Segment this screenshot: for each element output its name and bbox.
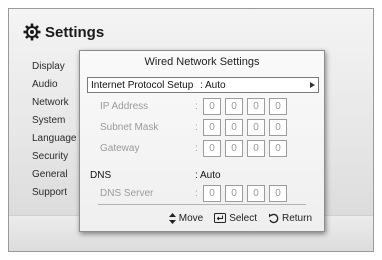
gateway-field: 0 0 0 0 — [203, 140, 287, 157]
gateway-label: Gateway — [100, 143, 140, 154]
octet-field: 0 — [203, 140, 221, 157]
octet-field: 0 — [269, 119, 287, 136]
ip-address-colon: : — [195, 101, 198, 112]
dns-server-colon: : — [195, 188, 198, 199]
wired-network-dialog: Wired Network Settings Internet Protocol… — [79, 50, 325, 232]
subnet-mask-field: 0 0 0 0 — [203, 119, 287, 136]
arrow-right-icon — [310, 82, 315, 88]
subnet-mask-label: Subnet Mask — [100, 122, 159, 133]
octet-field: 0 — [269, 185, 287, 202]
gear-icon — [23, 23, 41, 41]
octet-field: 0 — [247, 185, 265, 202]
octet-field: 0 — [225, 119, 243, 136]
octet-field: 0 — [203, 98, 221, 115]
ip-setup-value: : Auto — [200, 80, 226, 91]
dns-value: : Auto — [195, 170, 221, 181]
gateway-row: Gateway : 0 0 0 0 — [87, 140, 319, 157]
dns-label: DNS — [90, 170, 112, 181]
octet-field: 0 — [203, 185, 221, 202]
return-hint: Return — [268, 213, 312, 224]
settings-screen: Settings Display Audio Network System La… — [8, 8, 374, 252]
dns-server-label: DNS Server — [100, 188, 154, 199]
octet-field: 0 — [247, 119, 265, 136]
dialog-divider — [98, 204, 306, 205]
subnet-mask-row: Subnet Mask : 0 0 0 0 — [87, 119, 319, 136]
octet-field: 0 — [269, 98, 287, 115]
return-icon — [268, 213, 279, 224]
subnet-mask-colon: : — [195, 122, 198, 133]
settings-header: Settings — [23, 23, 104, 41]
octet-field: 0 — [247, 98, 265, 115]
button-hints: Move Select Return — [80, 210, 324, 226]
move-label: Move — [178, 212, 204, 224]
select-label: Select — [229, 212, 257, 224]
dns-server-field: 0 0 0 0 — [203, 185, 287, 202]
page-title: Settings — [45, 23, 105, 41]
ip-setup-row[interactable]: Internet Protocol Setup : Auto — [87, 77, 319, 93]
up-down-arrow-icon — [168, 212, 176, 224]
ip-address-row: IP Address : 0 0 0 0 — [87, 98, 319, 115]
enter-icon — [214, 213, 227, 223]
ip-address-label: IP Address — [100, 101, 149, 112]
move-hint: Move — [168, 212, 204, 224]
dialog-title: Wired Network Settings — [144, 56, 260, 68]
return-label: Return — [281, 212, 312, 224]
ip-address-field: 0 0 0 0 — [203, 98, 287, 115]
octet-field: 0 — [269, 140, 287, 157]
dns-row[interactable]: DNS : Auto — [87, 168, 319, 184]
octet-field: 0 — [225, 140, 243, 157]
octet-field: 0 — [225, 98, 243, 115]
octet-field: 0 — [247, 140, 265, 157]
octet-field: 0 — [225, 185, 243, 202]
select-hint: Select — [214, 213, 257, 224]
octet-field: 0 — [203, 119, 221, 136]
ip-setup-label: Internet Protocol Setup — [91, 80, 194, 91]
gateway-colon: : — [195, 143, 198, 154]
dns-server-row: DNS Server : 0 0 0 0 — [87, 185, 319, 202]
